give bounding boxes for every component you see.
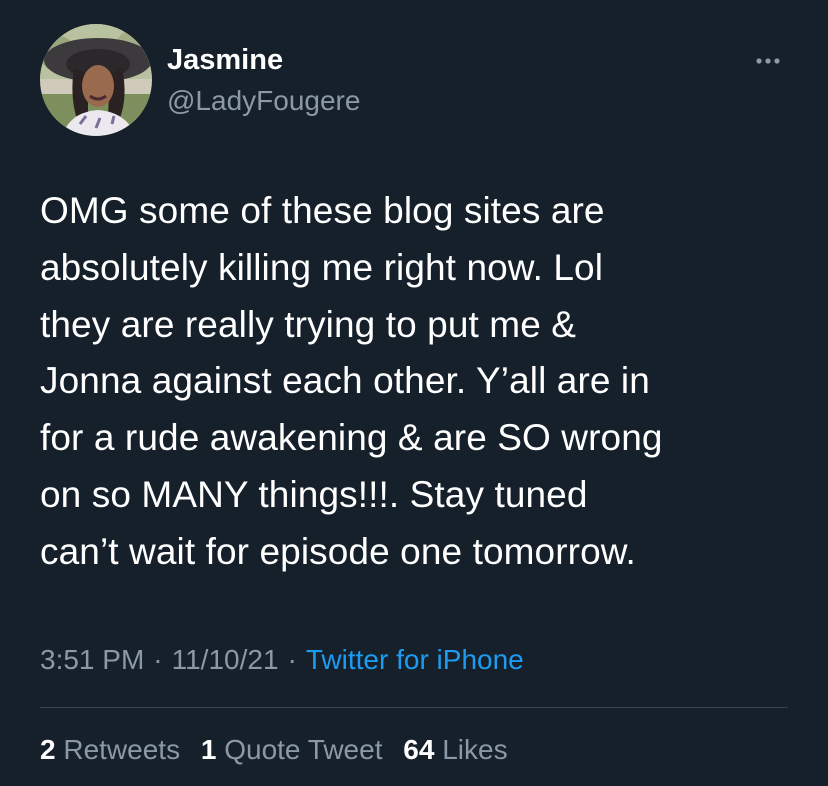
tweet-text: OMG some of these blog sites are absolut…: [40, 183, 800, 581]
user-handle[interactable]: @LadyFougere: [167, 84, 360, 118]
avatar[interactable]: [40, 24, 152, 136]
retweets-count: 2: [40, 734, 56, 765]
divider: [40, 707, 788, 708]
more-horizontal-icon: [756, 58, 780, 64]
avatar-image: [40, 24, 152, 136]
tweet-text-line: they are really trying to put me &: [40, 303, 577, 345]
meta-separator: ·: [153, 644, 163, 675]
likes-count: 64: [403, 734, 435, 765]
quote-tweets-stat[interactable]: 1 Quote Tweet: [201, 734, 383, 765]
tweet-time[interactable]: 3:51 PM: [40, 644, 144, 675]
tweet-metadata: 3:51 PM · 11/10/21 · Twitter for iPhone: [40, 640, 524, 680]
tweet-source-link[interactable]: Twitter for iPhone: [306, 644, 524, 675]
more-options-button[interactable]: [750, 46, 790, 76]
quote-tweets-label: Quote Tweet: [224, 734, 383, 765]
likes-stat[interactable]: 64 Likes: [403, 734, 507, 765]
tweet-text-line: Jonna against each other. Y’all are in: [40, 360, 650, 402]
tweet-stats: 2 Retweets 1 Quote Tweet 64 Likes: [40, 730, 521, 770]
retweets-stat[interactable]: 2 Retweets: [40, 734, 180, 765]
quote-tweets-count: 1: [200, 734, 217, 765]
tweet-text-line: on so MANY things!!!. Stay tuned: [40, 473, 588, 515]
meta-separator: ·: [287, 644, 297, 675]
tweet-date[interactable]: 11/10/21: [172, 644, 279, 675]
tweet-detail: Jasmine @LadyFougere OMG some of these b…: [0, 0, 828, 786]
retweets-label: Retweets: [63, 734, 181, 765]
tweet-text-line: for a rude awakening & are SO wrong: [40, 417, 663, 459]
tweet-text-line: absolutely killing me right now. Lol: [40, 246, 604, 288]
tweet-text-line: can’t wait for episode one tomorrow.: [40, 530, 636, 572]
likes-label: Likes: [442, 734, 508, 765]
tweet-text-line: OMG some of these blog sites are: [40, 190, 605, 231]
display-name[interactable]: Jasmine: [167, 42, 283, 78]
